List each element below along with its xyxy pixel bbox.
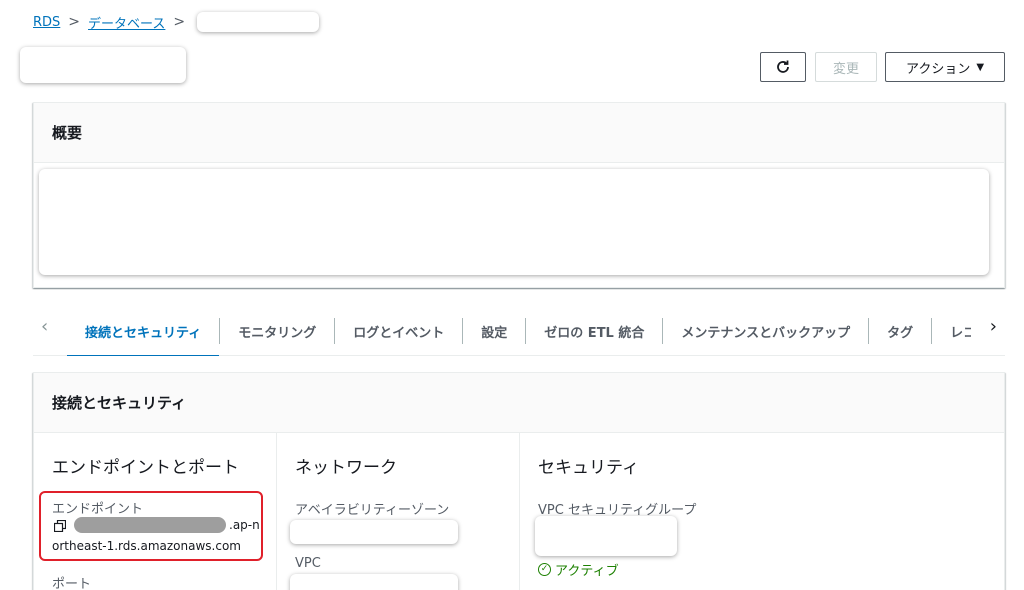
actions-dropdown[interactable]: アクション ▼ — [885, 52, 1005, 82]
detail-tabs: ‹ 接続とセキュリティ モニタリング ログとイベント 設定 ゼロの ETL 統合… — [33, 306, 1005, 356]
endpoint-host-redacted — [74, 517, 226, 533]
endpoint-suffix: .ap-n — [229, 518, 260, 532]
tab-logs-events[interactable]: ログとイベント — [335, 318, 464, 344]
tab-recommendations[interactable]: レコメ — [932, 318, 971, 344]
overview-title: 概要 — [34, 103, 1004, 163]
modify-button[interactable]: 変更 — [815, 52, 877, 82]
check-circle-icon: ✓ — [538, 563, 551, 576]
endpoint-domain: ortheast-1.rds.amazonaws.com — [52, 539, 241, 553]
az-value-redacted — [290, 520, 458, 544]
tab-monitoring[interactable]: モニタリング — [220, 318, 336, 344]
connectivity-panel: 接続とセキュリティ エンドポイントとポート エンドポイント .ap-n orth… — [33, 372, 1005, 590]
tab-configuration[interactable]: 設定 — [463, 318, 527, 344]
vpc-label: VPC — [295, 556, 321, 571]
breadcrumb-rds-link[interactable]: RDS — [33, 15, 60, 30]
caret-down-icon: ▼ — [976, 61, 985, 73]
security-heading: セキュリティ — [538, 458, 639, 478]
overview-panel: 概要 — [33, 102, 1005, 288]
breadcrumb: RDS > データベース > — [33, 12, 320, 32]
security-group-redacted — [535, 516, 677, 556]
copy-icon[interactable] — [54, 520, 66, 532]
breadcrumb-db-name-redacted — [197, 12, 320, 32]
tab-tags[interactable]: タグ — [869, 318, 933, 344]
chevron-right-icon[interactable]: › — [990, 316, 997, 337]
chevron-left-icon[interactable]: ‹ — [41, 316, 48, 337]
page-title-redacted — [20, 47, 186, 83]
status-text: アクティブ — [555, 564, 619, 579]
vpc-value-redacted — [290, 574, 458, 590]
breadcrumb-separator: > — [68, 14, 81, 30]
tab-zero-etl[interactable]: ゼロの ETL 統合 — [526, 318, 664, 344]
breadcrumb-databases-link[interactable]: データベース — [88, 13, 165, 32]
connectivity-title: 接続とセキュリティ — [34, 373, 1004, 433]
status-badge: ✓ アクティブ — [538, 560, 619, 579]
refresh-icon — [777, 60, 789, 73]
tab-connectivity-security[interactable]: 接続とセキュリティ — [67, 318, 221, 356]
actions-label: アクション — [905, 61, 971, 77]
az-label: アベイラビリティーゾーン — [295, 503, 450, 518]
network-heading: ネットワーク — [295, 458, 397, 478]
overview-content-redacted — [39, 169, 989, 275]
breadcrumb-separator: > — [173, 14, 186, 30]
port-label: ポート — [52, 577, 92, 590]
tab-maintenance-backup[interactable]: メンテナンスとバックアップ — [663, 318, 870, 344]
refresh-button[interactable] — [760, 52, 806, 82]
tab-list: 接続とセキュリティ モニタリング ログとイベント 設定 ゼロの ETL 統合 メ… — [67, 306, 971, 356]
endpoint-port-heading: エンドポイントとポート — [52, 458, 239, 478]
